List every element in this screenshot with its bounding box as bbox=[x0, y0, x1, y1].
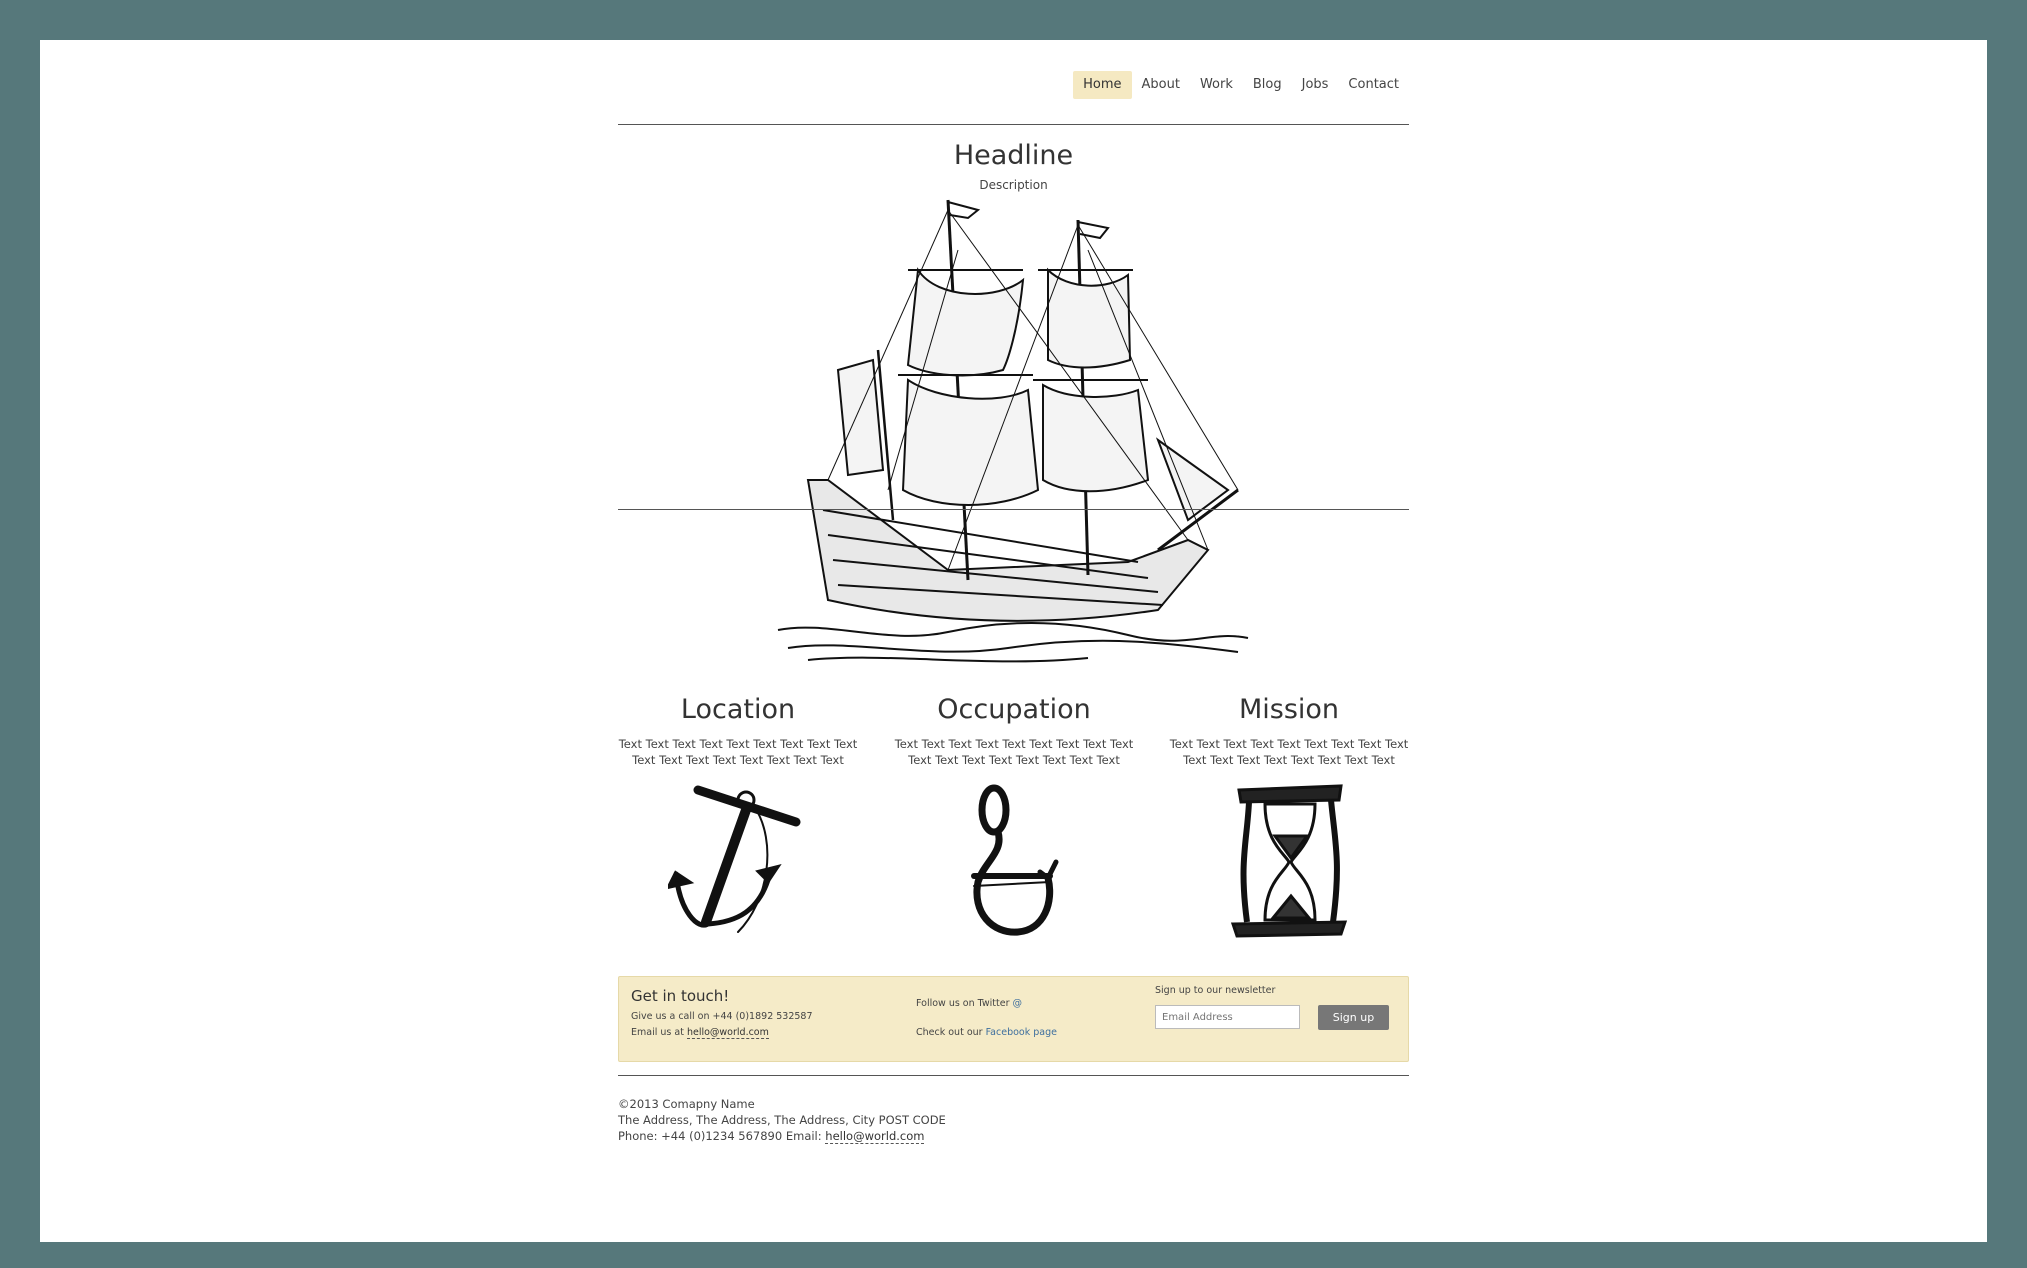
email-prefix: Email us at bbox=[631, 1027, 684, 1038]
facebook-link[interactable]: Facebook page bbox=[986, 1027, 1057, 1038]
sailing-ship-illustration bbox=[777, 199, 1249, 663]
anchor-icon bbox=[668, 785, 801, 933]
email-line: Email us at hello@world.com bbox=[631, 1027, 769, 1039]
hourglass-icon bbox=[1230, 784, 1348, 938]
email-link[interactable]: hello@world.com bbox=[686, 1027, 769, 1039]
hook-icon bbox=[971, 784, 1059, 936]
header-divider bbox=[618, 124, 1409, 125]
footer-phone: Phone: +44 (0)1234 567890 Email: bbox=[618, 1129, 822, 1143]
footer-email-link[interactable]: hello@world.com bbox=[825, 1129, 925, 1144]
footer-address: The Address, The Address, The Address, C… bbox=[618, 1113, 946, 1127]
occupation-column: Occupation Text Text Text Text Text Text… bbox=[894, 692, 1134, 942]
nav-about[interactable]: About bbox=[1132, 71, 1190, 99]
location-column: Location Text Text Text Text Text Text T… bbox=[618, 692, 858, 942]
nav-jobs[interactable]: Jobs bbox=[1292, 71, 1339, 99]
headline: Headline bbox=[953, 140, 1074, 171]
occupation-title: Occupation bbox=[937, 694, 1091, 725]
page-canvas: Home About Work Blog Jobs Contact Headli… bbox=[40, 40, 1987, 1242]
nav-blog[interactable]: Blog bbox=[1243, 71, 1292, 99]
section-divider bbox=[618, 509, 1409, 510]
call-line: Give us a call on +44 (0)1892 532587 bbox=[631, 1011, 813, 1022]
facebook-line: Check out our Facebook page bbox=[916, 1027, 1057, 1038]
location-title: Location bbox=[680, 694, 796, 725]
newsletter-email-input[interactable] bbox=[1155, 1005, 1300, 1029]
footer-phone-line: Phone: +44 (0)1234 567890 Email: hello@w… bbox=[618, 1128, 946, 1144]
get-in-touch-title: Get in touch! bbox=[631, 987, 730, 1005]
contact-band: Get in touch! Give us a call on +44 (0)1… bbox=[618, 976, 1409, 1062]
nav-contact[interactable]: Contact bbox=[1338, 71, 1409, 99]
signup-button[interactable]: Sign up bbox=[1318, 1005, 1389, 1030]
mission-text: Text Text Text Text Text Text Text Text … bbox=[1169, 737, 1409, 767]
twitter-link[interactable]: @ bbox=[1013, 998, 1023, 1009]
footer-info: ©2013 Comapny Name The Address, The Addr… bbox=[618, 1096, 946, 1144]
twitter-prefix: Follow us on Twitter bbox=[916, 998, 1010, 1009]
call-prefix: Give us a call on bbox=[631, 1011, 710, 1022]
call-number: +44 (0)1892 532587 bbox=[712, 1011, 813, 1022]
nav-work[interactable]: Work bbox=[1190, 71, 1243, 99]
footer-divider bbox=[618, 1075, 1409, 1076]
facebook-prefix: Check out our bbox=[916, 1027, 983, 1038]
occupation-text: Text Text Text Text Text Text Text Text … bbox=[894, 737, 1134, 767]
main-nav: Home About Work Blog Jobs Contact bbox=[1073, 71, 1409, 99]
newsletter-label: Sign up to our newsletter bbox=[1155, 985, 1276, 996]
nav-home[interactable]: Home bbox=[1073, 71, 1132, 99]
mission-column: Mission Text Text Text Text Text Text Te… bbox=[1169, 692, 1409, 942]
location-text: Text Text Text Text Text Text Text Text … bbox=[618, 737, 858, 767]
twitter-line: Follow us on Twitter @ bbox=[916, 998, 1022, 1009]
copyright: ©2013 Comapny Name bbox=[618, 1097, 755, 1111]
mission-title: Mission bbox=[1238, 694, 1340, 725]
